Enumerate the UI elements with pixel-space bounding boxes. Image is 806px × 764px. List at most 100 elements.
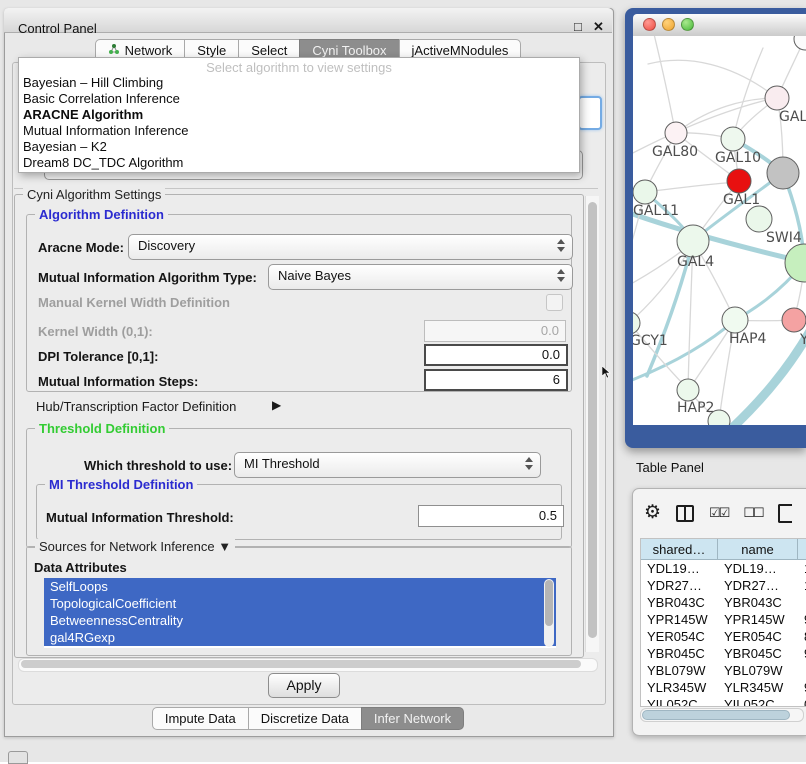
mi-type-combobox[interactable]: Naive Bayes <box>268 264 573 290</box>
tab-cyni-toolbox-label: Cyni Toolbox <box>312 43 386 58</box>
sources-title-text: Sources for Network Inference <box>39 539 215 554</box>
tab-select-label: Select <box>251 43 287 58</box>
algorithm-dropdown-popup: Select algorithm to view settings Bayesi… <box>18 57 580 173</box>
network-node-swi4[interactable] <box>746 206 772 232</box>
gear-icon[interactable] <box>644 503 661 523</box>
column-header-a[interactable]: A <box>798 539 806 560</box>
network-edge[interactable] <box>633 320 735 382</box>
attributes-scrollbar[interactable] <box>544 579 554 647</box>
table-cell: YPR145W <box>641 611 718 628</box>
network-node-gal80[interactable] <box>665 122 687 144</box>
close-window-icon[interactable]: ✕ <box>593 20 604 34</box>
network-canvas[interactable]: GALGAL80GAL10GAL1GAL11SWI4GAL4GCY1HAP4YH… <box>633 36 806 425</box>
data-attributes-label: Data Attributes <box>34 560 127 575</box>
network-node-gal1[interactable] <box>727 169 751 193</box>
aracne-mode-combobox[interactable]: Discovery <box>128 234 573 260</box>
mi-steps-label: Mutual Information Steps: <box>38 374 198 389</box>
table-row[interactable]: YLR345WYLR345W9. <box>641 679 806 696</box>
bottom-tab-discretize-data[interactable]: Discretize Data <box>248 707 362 730</box>
table-cell: YER054C <box>718 628 798 645</box>
manual-kernel-label: Manual Kernel Width Definition <box>38 295 230 310</box>
network-node-gal10[interactable] <box>721 127 745 151</box>
table-row[interactable]: YBL079WYBL079W <box>641 662 806 679</box>
attribute-item-topologicalcoefficient[interactable]: TopologicalCoefficient <box>44 595 556 612</box>
network-edge[interactable] <box>676 98 777 133</box>
network-node-gal11[interactable] <box>633 180 657 204</box>
algorithm-option-dream8-dc-tdc-algorithm[interactable]: Dream8 DC_TDC Algorithm <box>19 155 579 171</box>
attributes-scrollbar-thumb[interactable] <box>545 580 553 626</box>
table-row[interactable]: YDL19…YDL19…13 <box>641 560 806 577</box>
table-horizontal-scrollbar[interactable] <box>640 708 804 722</box>
settings-vertical-scrollbar-thumb[interactable] <box>588 202 597 638</box>
table-row[interactable]: YER054CYER054C8. <box>641 628 806 645</box>
manual-kernel-checkbox[interactable] <box>546 294 563 311</box>
network-node-y[interactable] <box>782 308 806 332</box>
which-threshold-combobox[interactable]: MI Threshold <box>234 452 541 478</box>
mi-steps-field[interactable]: 6 <box>424 369 568 391</box>
hub-section-label[interactable]: Hub/Transcription Factor Definition <box>36 399 236 414</box>
page-partial-icon[interactable] <box>778 504 792 523</box>
minimized-panel-icon[interactable] <box>8 751 28 764</box>
mi-threshold-field[interactable]: 0.5 <box>418 505 564 527</box>
table-panel-title: Table Panel <box>636 460 704 475</box>
table-row[interactable]: YPR145WYPR145W9. <box>641 611 806 628</box>
float-window-icon[interactable]: □ <box>574 20 582 34</box>
table-cell: YER054C <box>641 628 718 645</box>
algorithm-option-aracne-algorithm[interactable]: ARACNE Algorithm <box>19 107 579 123</box>
table-cell: YIL052C <box>641 696 718 707</box>
attribute-item-gal4rgexp[interactable]: gal4RGexp <box>44 629 556 646</box>
network-node-gal4[interactable] <box>677 225 709 257</box>
table-cell: 13 <box>798 560 806 577</box>
network-node-unlabeled[interactable] <box>767 157 799 189</box>
network-node-gal[interactable] <box>765 86 789 110</box>
algorithm-definition-title: Algorithm Definition <box>35 207 168 222</box>
attribute-item-betweennesscentrality[interactable]: BetweennessCentrality <box>44 612 556 629</box>
deselect-all-icon[interactable] <box>743 504 762 522</box>
dpi-tolerance-field[interactable]: 0.0 <box>424 344 568 366</box>
column-header-shared[interactable]: shared… <box>641 539 718 560</box>
column-header-name[interactable]: name <box>718 539 798 560</box>
table-scrollbar-thumb[interactable] <box>642 710 790 720</box>
bottom-tab-impute-data[interactable]: Impute Data <box>152 707 249 730</box>
kernel-width-field[interactable]: 0.0 <box>424 320 566 342</box>
node-table[interactable]: shared…nameAYDL19…YDL19…13YDR27…YDR27…12… <box>640 538 806 707</box>
network-node-unlabeled[interactable] <box>785 244 806 282</box>
table-row[interactable]: YBR043CYBR043C <box>641 594 806 611</box>
algorithm-option-bayesian-k2[interactable]: Bayesian – K2 <box>19 139 579 155</box>
zoom-traffic-light[interactable] <box>681 18 694 31</box>
network-node-hap2[interactable] <box>677 379 699 401</box>
algorithm-option-mutual-information-inference[interactable]: Mutual Information Inference <box>19 123 579 139</box>
expanded-arrow-icon[interactable]: ▼ <box>218 539 231 554</box>
table-row[interactable]: YBR045CYBR045C9. <box>641 645 806 662</box>
settings-horizontal-scrollbar-thumb[interactable] <box>21 660 581 668</box>
network-node-hap4[interactable] <box>722 307 748 333</box>
network-edge[interactable] <box>645 182 737 192</box>
split-view-icon[interactable] <box>676 505 694 522</box>
algorithm-option-bayesian-hill-climbing[interactable]: Bayesian – Hill Climbing <box>19 75 579 91</box>
aracne-mode-label: Aracne Mode: <box>38 240 124 255</box>
apply-button[interactable]: Apply <box>268 673 340 698</box>
table-row[interactable]: YDR27…YDR27…12 <box>641 577 806 594</box>
mi-type-value: Naive Bayes <box>278 268 351 283</box>
network-edge[interactable] <box>653 36 675 131</box>
select-all-icon[interactable] <box>709 504 728 522</box>
network-window-titlebar[interactable] <box>633 14 806 37</box>
tab-network-label: Network <box>125 43 173 58</box>
attribute-item-selfloops[interactable]: SelfLoops <box>44 578 556 595</box>
settings-vertical-scrollbar[interactable] <box>585 196 599 652</box>
network-node-gcy1[interactable] <box>633 312 640 334</box>
bottom-tab-infer-network[interactable]: Infer Network <box>361 707 464 730</box>
data-attributes-list[interactable]: SelfLoopsTopologicalCoefficientBetweenne… <box>44 578 556 648</box>
algorithm-option-basic-correlation-inference[interactable]: Basic Correlation Inference <box>19 91 579 107</box>
table-cell: 12 <box>798 577 806 594</box>
settings-horizontal-scrollbar[interactable] <box>18 658 598 672</box>
collapsed-arrow-icon[interactable]: ▶ <box>272 398 281 412</box>
kernel-width-label: Kernel Width (0,1): <box>38 324 153 339</box>
minimize-traffic-light[interactable] <box>662 18 675 31</box>
algorithm-combobox-arrow[interactable] <box>578 96 602 130</box>
table-row[interactable]: YIL052CYIL052C0. <box>641 696 806 707</box>
node-label-gal10: GAL10 <box>715 150 761 166</box>
close-traffic-light[interactable] <box>643 18 656 31</box>
network-node-unlabeled[interactable] <box>794 36 806 50</box>
network-edge[interactable] <box>733 48 763 139</box>
